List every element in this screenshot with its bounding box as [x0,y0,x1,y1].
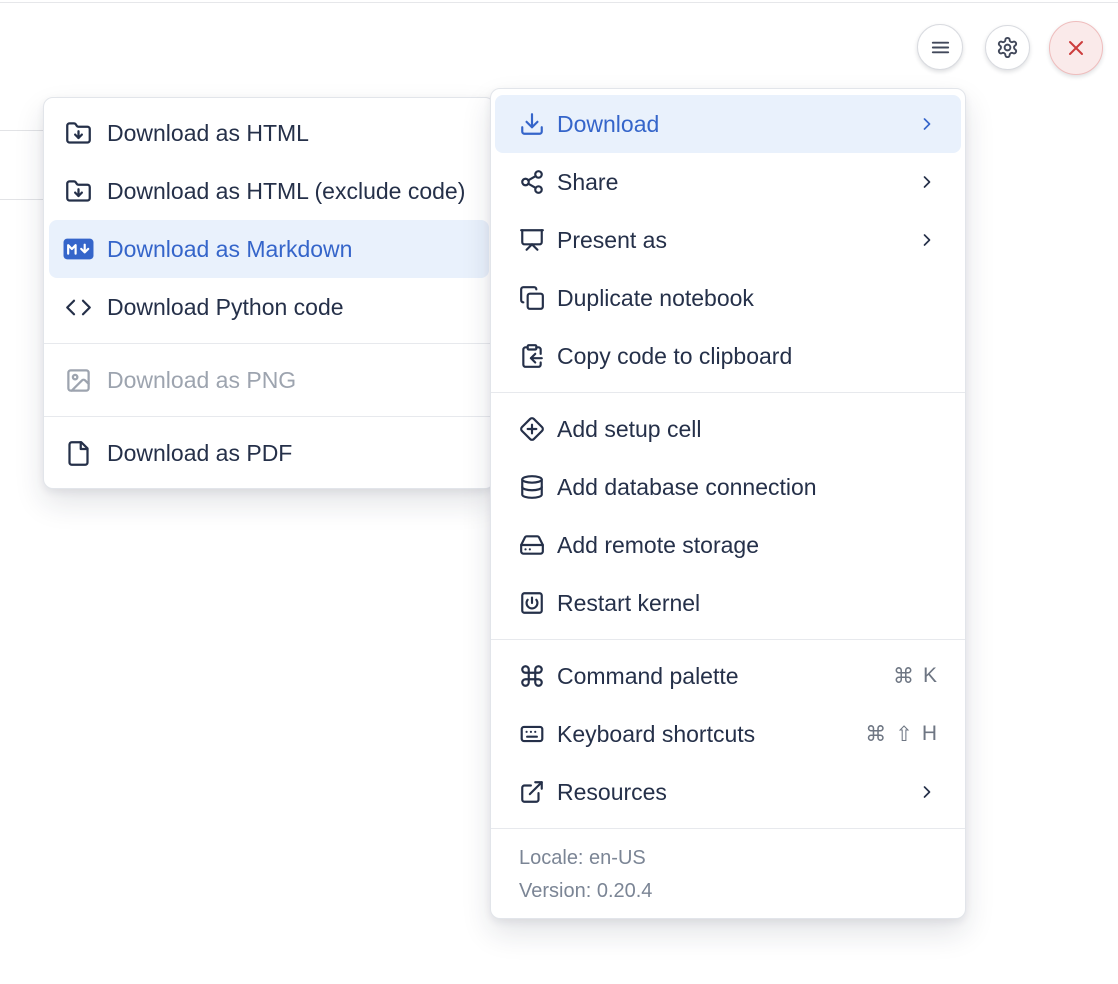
menu-item-label: Download as HTML (exclude code) [107,178,465,205]
file-icon [63,440,94,467]
menu-item-download-as-html-exclude-code[interactable]: Download as HTML (exclude code) [49,162,489,220]
notebook-menu-button[interactable] [917,24,963,70]
shortcut-key: ⇧ [895,722,913,747]
menu-item-label: Add remote storage [557,532,759,559]
hard-drive-icon [519,532,545,558]
menu-item-label: Download as HTML [107,120,309,147]
menu-separator [44,416,494,417]
menu-item-label: Download as Markdown [107,236,352,263]
menu-item-label: Resources [557,779,667,806]
menu-item-label: Command palette [557,663,739,690]
keyboard-shortcut-hint: ⌘ ⇧ H [865,722,937,747]
notebook-menu: Download Share Present as Duplicate noteboo… [490,88,966,919]
cell-border-line [0,199,44,200]
chevron-right-icon [917,114,937,134]
menu-separator [491,828,965,829]
menu-item-copy-code-to-clipboard[interactable]: Copy code to clipboard [495,327,961,385]
presentation-icon [519,227,545,253]
menu-item-add-setup-cell[interactable]: Add setup cell [495,400,961,458]
menu-item-trailing [917,114,937,134]
folder-down-icon [63,120,94,147]
menu-item-command-palette[interactable]: Command palette⌘K [495,647,961,705]
image-icon [63,367,94,394]
notebook-page: { "colors": { "accent": "#3565ca", "high… [0,0,1118,984]
menu-item-download-as-pdf[interactable]: Download as PDF [49,424,489,482]
menu-item-trailing [917,230,937,250]
menu-item-label: Add setup cell [557,416,701,443]
clipboard-copy-icon [519,343,545,369]
chevron-right-icon [917,230,937,250]
menu-item-label: Download Python code [107,294,344,321]
menu-item-trailing [917,172,937,192]
menu-item-label: Share [557,169,618,196]
menu-item-download-python-code[interactable]: Download Python code [49,278,489,336]
download-icon [519,111,545,137]
menu-item-label: Copy code to clipboard [557,343,792,370]
code-icon [63,294,94,321]
menu-item-keyboard-shortcuts[interactable]: Keyboard shortcuts ⌘ ⇧ H [495,705,961,763]
settings-button[interactable] [985,25,1030,70]
database-icon [519,474,545,500]
menu-separator [44,343,494,344]
locale-text: Locale: en-US [519,842,937,875]
duplicate-icon [519,285,545,311]
shortcut-key: ⌘ [893,664,914,689]
menu-item-label: Restart kernel [557,590,700,617]
menu-footer: Locale: en-US Version: 0.20.4 [491,836,965,912]
shortcut-key: K [923,664,937,688]
menu-item-duplicate-notebook[interactable]: Duplicate notebook [495,269,961,327]
shutdown-button[interactable] [1049,21,1103,75]
menu-item-trailing: ⌘K [893,664,937,689]
menu-item-trailing [917,782,937,802]
menu-item-download-as-html[interactable]: Download as HTML [49,104,489,162]
menu-item-download-as-markdown[interactable]: Download as Markdown [49,220,489,278]
menu-separator [491,392,965,393]
menu-item-label: Add database connection [557,474,817,501]
menu-item-download[interactable]: Download [495,95,961,153]
menu-separator [491,639,965,640]
menu-item-label: Present as [557,227,667,254]
keyboard-shortcut-hint: ⌘K [893,664,937,689]
menu-items-container: Download Share Present as Duplicate noteboo… [491,95,965,821]
markdown-badge-icon [63,238,94,260]
menu-item-label: Download [557,111,659,138]
folder-down-icon [63,178,94,205]
menu-item-trailing: ⌘ ⇧ H [865,722,937,747]
menu-item-present-as[interactable]: Present as [495,211,961,269]
keyboard-icon [519,721,545,747]
diamond-plus-icon [519,416,545,442]
menu-item-label: Duplicate notebook [557,285,754,312]
menu-item-resources[interactable]: Resources [495,763,961,821]
menu-item-label: Download as PNG [107,367,296,394]
download-submenu: Download as HTML Download as HTML (exclud… [43,97,495,489]
menu-item-download-as-png: Download as PNG [49,351,489,409]
shortcut-key: ⌘ [865,722,886,747]
page-top-border [0,2,1118,3]
power-square-icon [519,590,545,616]
share-icon [519,169,545,195]
version-text: Version: 0.20.4 [519,875,937,908]
command-icon [519,663,545,689]
chevron-right-icon [917,172,937,192]
menu-item-label: Keyboard shortcuts [557,721,755,748]
external-link-icon [519,779,545,805]
menu-item-share[interactable]: Share [495,153,961,211]
chevron-right-icon [917,782,937,802]
menu-item-restart-kernel[interactable]: Restart kernel [495,574,961,632]
menu-item-label: Download as PDF [107,440,292,467]
menu-item-add-remote-storage[interactable]: Add remote storage [495,516,961,574]
cell-border-line [0,130,44,131]
menu-item-add-database-connection[interactable]: Add database connection [495,458,961,516]
shortcut-key: H [922,722,937,746]
